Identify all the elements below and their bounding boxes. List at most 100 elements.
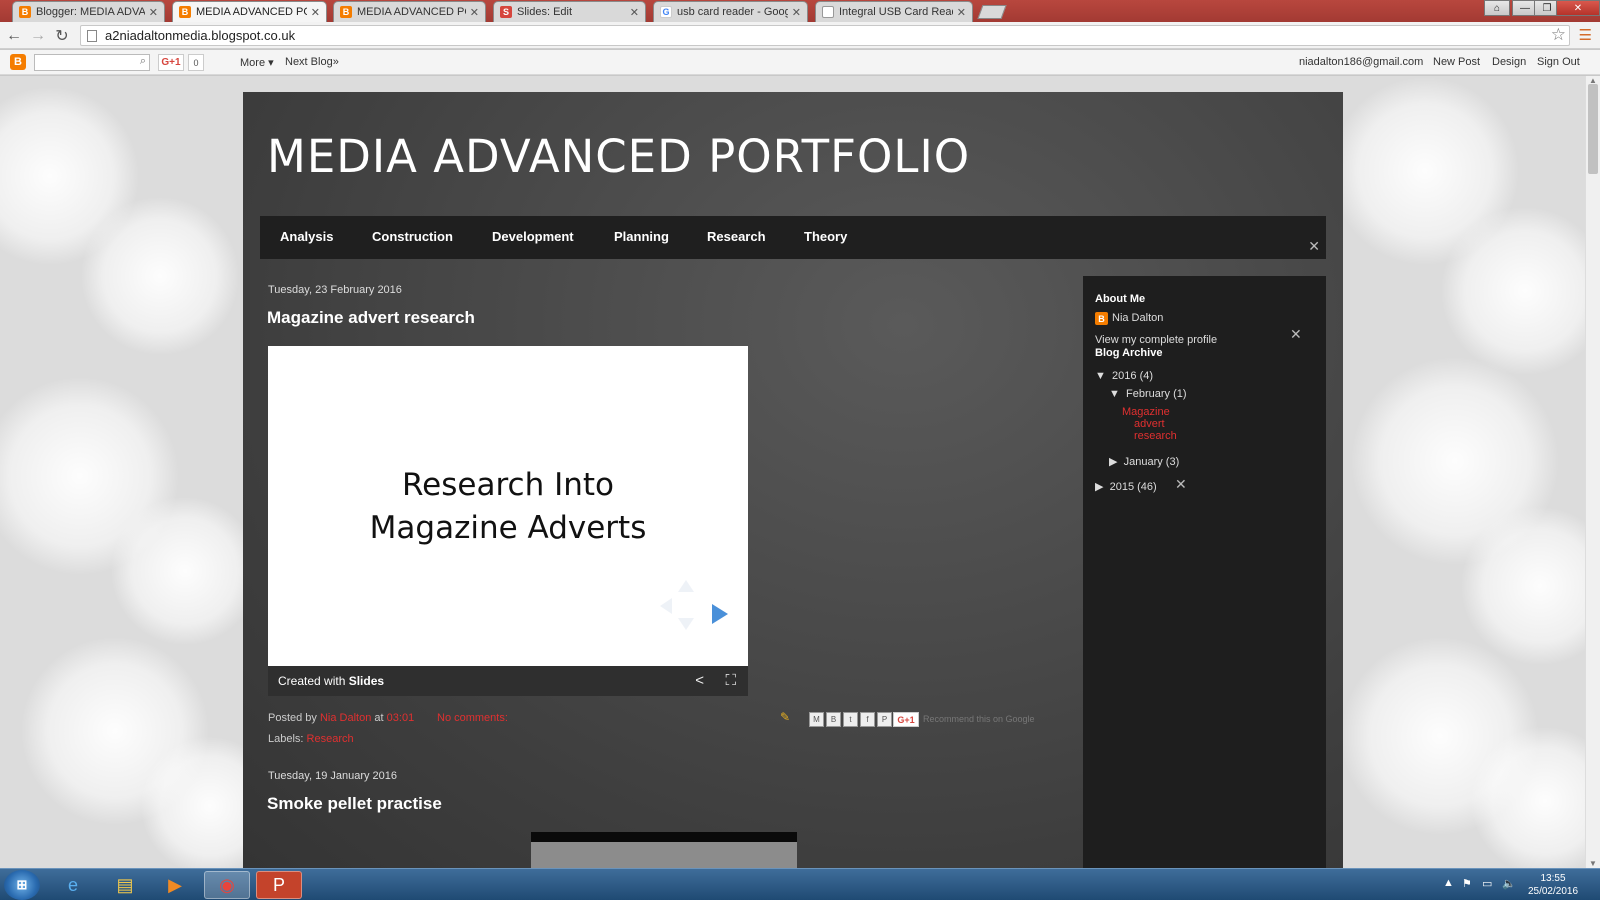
internet-explorer-icon[interactable]: e [50,871,96,899]
edit-gadget-icon[interactable]: ✕ [1308,238,1320,255]
close-icon[interactable]: ✕ [149,6,158,19]
address-bar[interactable]: a2niadaltonmedia.blogspot.co.uk [80,25,1570,46]
search-icon[interactable]: ⌕ [140,55,146,68]
scroll-down-icon[interactable]: ▼ [1589,859,1597,868]
archive-post-link-line[interactable]: research [1122,430,1177,442]
slide-navigation-pad[interactable] [658,578,714,634]
expand-right-icon[interactable]: ▶ [1109,456,1117,468]
edit-gadget-icon[interactable]: ✕ [1175,476,1187,493]
slides-brand-link[interactable]: Slides [349,674,384,688]
browser-tab[interactable]: B Blogger: MEDIA ADVANCE ✕ [12,1,165,22]
start-button[interactable]: ⊞ [4,870,40,900]
sign-out-link[interactable]: Sign Out [1537,56,1580,68]
tab-theory[interactable]: Theory [804,229,847,244]
next-blog-link[interactable]: Next Blog» [285,56,339,68]
expand-down-icon[interactable]: ▼ [1095,370,1106,382]
media-player-icon[interactable]: ▶ [152,871,198,899]
post-date: Tuesday, 23 February 2016 [268,284,402,296]
play-icon[interactable] [712,604,728,624]
expand-down-icon[interactable]: ▼ [1109,388,1120,400]
archive-year-2016[interactable]: ▼ 2016 (4) [1095,370,1153,382]
action-center-flag-icon[interactable]: ⚑ [1462,877,1472,890]
chrome-icon[interactable]: ◉ [204,871,250,899]
browser-tab[interactable]: B MEDIA ADVANCED PORTF ✕ [333,1,486,22]
scrollbar-thumb[interactable] [1588,84,1598,174]
tab-development[interactable]: Development [492,229,574,244]
tab-analysis[interactable]: Analysis [280,229,333,244]
powerpoint-icon[interactable]: P [256,871,302,899]
facebook-icon[interactable]: f [860,712,875,727]
fullscreen-icon[interactable]: ⛶ [725,672,736,689]
show-hidden-icons[interactable]: ▲ [1443,877,1454,889]
user-icon[interactable]: ⌂ [1484,0,1510,16]
back-icon[interactable]: ← [4,26,24,46]
new-tab-button[interactable] [977,5,1007,19]
archive-month-label[interactable]: January [1124,456,1163,468]
browser-tab[interactable]: G usb card reader - Google S ✕ [653,1,808,22]
archive-month-january[interactable]: ▶ January (3) [1109,455,1179,468]
window-close-icon[interactable]: ✕ [1556,0,1600,16]
view-profile-link[interactable]: View my complete profile [1095,334,1217,346]
network-icon[interactable]: ▭ [1482,877,1492,890]
volume-icon[interactable]: 🔈 [1502,877,1516,890]
document-icon [822,6,834,18]
browser-menu-icon[interactable]: ☰ [1579,26,1592,44]
google-icon: G [660,6,672,18]
comments-link[interactable]: No comments: [437,712,508,724]
twitter-icon[interactable]: t [843,712,858,727]
google-plus-button[interactable]: G+1 [893,712,919,727]
email-icon[interactable]: M [809,712,824,727]
blog-title[interactable]: MEDIA ADVANCED PORTFOLIO [267,130,970,183]
slide-title-line: Research Into [402,467,614,503]
google-plus-button[interactable]: G+1 [158,54,184,71]
browser-tab[interactable]: Integral USB Card Reader ✕ [815,1,973,22]
tab-construction[interactable]: Construction [372,229,453,244]
new-post-link[interactable]: New Post [1433,56,1480,68]
close-icon[interactable]: ✕ [630,6,639,19]
close-icon[interactable]: ✕ [792,6,801,19]
slide-title-line: Magazine Adverts [369,510,647,546]
bookmark-star-icon[interactable]: ☆ [1551,25,1566,45]
account-email[interactable]: niadalton186@gmail.com [1299,56,1423,68]
profile-name-link[interactable]: Nia Dalton [1112,312,1163,324]
expand-right-icon[interactable]: ▶ [1095,481,1103,493]
browser-tab[interactable]: S Slides: Edit ✕ [493,1,646,22]
archive-month-label[interactable]: February [1126,388,1170,400]
design-link[interactable]: Design [1492,56,1526,68]
post-time-link[interactable]: 03:01 [387,712,415,724]
close-icon[interactable]: ✕ [957,6,966,19]
video-embed[interactable] [531,832,797,868]
blog-this-icon[interactable]: B [826,712,841,727]
forward-icon[interactable]: → [28,26,48,46]
post-title[interactable]: Smoke pellet practise [267,794,442,814]
close-icon[interactable]: ✕ [311,6,320,19]
post-title[interactable]: Magazine advert research [267,308,475,328]
edit-post-icon[interactable]: ✎ [780,710,790,724]
archive-post-link-line[interactable]: advert [1122,418,1177,430]
share-icon[interactable]: < [695,672,704,689]
reload-icon[interactable]: ↻ [52,26,72,46]
archive-year-label[interactable]: 2015 [1110,481,1134,493]
tab-planning[interactable]: Planning [614,229,669,244]
author-link[interactable]: Nia Dalton [320,712,371,724]
blogger-logo-icon[interactable]: B [10,54,26,70]
archive-year-label[interactable]: 2016 [1112,370,1136,382]
pinterest-icon[interactable]: P [877,712,892,727]
archive-post-link-line[interactable]: Magazine [1122,406,1177,418]
archive-count: (4) [1139,370,1154,382]
blog-search-input[interactable]: ⌕ [34,54,150,71]
blog-pages-tabs: Analysis Construction Development Planni… [260,216,1326,259]
browser-tab-active[interactable]: B MEDIA ADVANCED PORTF ✕ [172,1,327,22]
archive-month-february[interactable]: ▼ February (1) [1109,388,1187,400]
file-explorer-icon[interactable]: ▤ [102,871,148,899]
tab-research[interactable]: Research [707,229,766,244]
more-menu[interactable]: More ▾ [240,56,274,69]
page-scrollbar[interactable]: ▲ ▼ [1585,76,1600,868]
edit-gadget-icon[interactable]: ✕ [1290,326,1302,343]
archive-year-2015[interactable]: ▶ 2015 (46) [1095,480,1157,493]
label-link[interactable]: Research [307,733,354,745]
system-clock[interactable]: 13:55 25/02/2016 [1523,872,1583,898]
archive-post-link[interactable]: Magazine advert research [1122,406,1177,442]
close-icon[interactable]: ✕ [470,6,479,19]
slides-embed[interactable]: Research Into Magazine Adverts Created w… [268,346,748,696]
